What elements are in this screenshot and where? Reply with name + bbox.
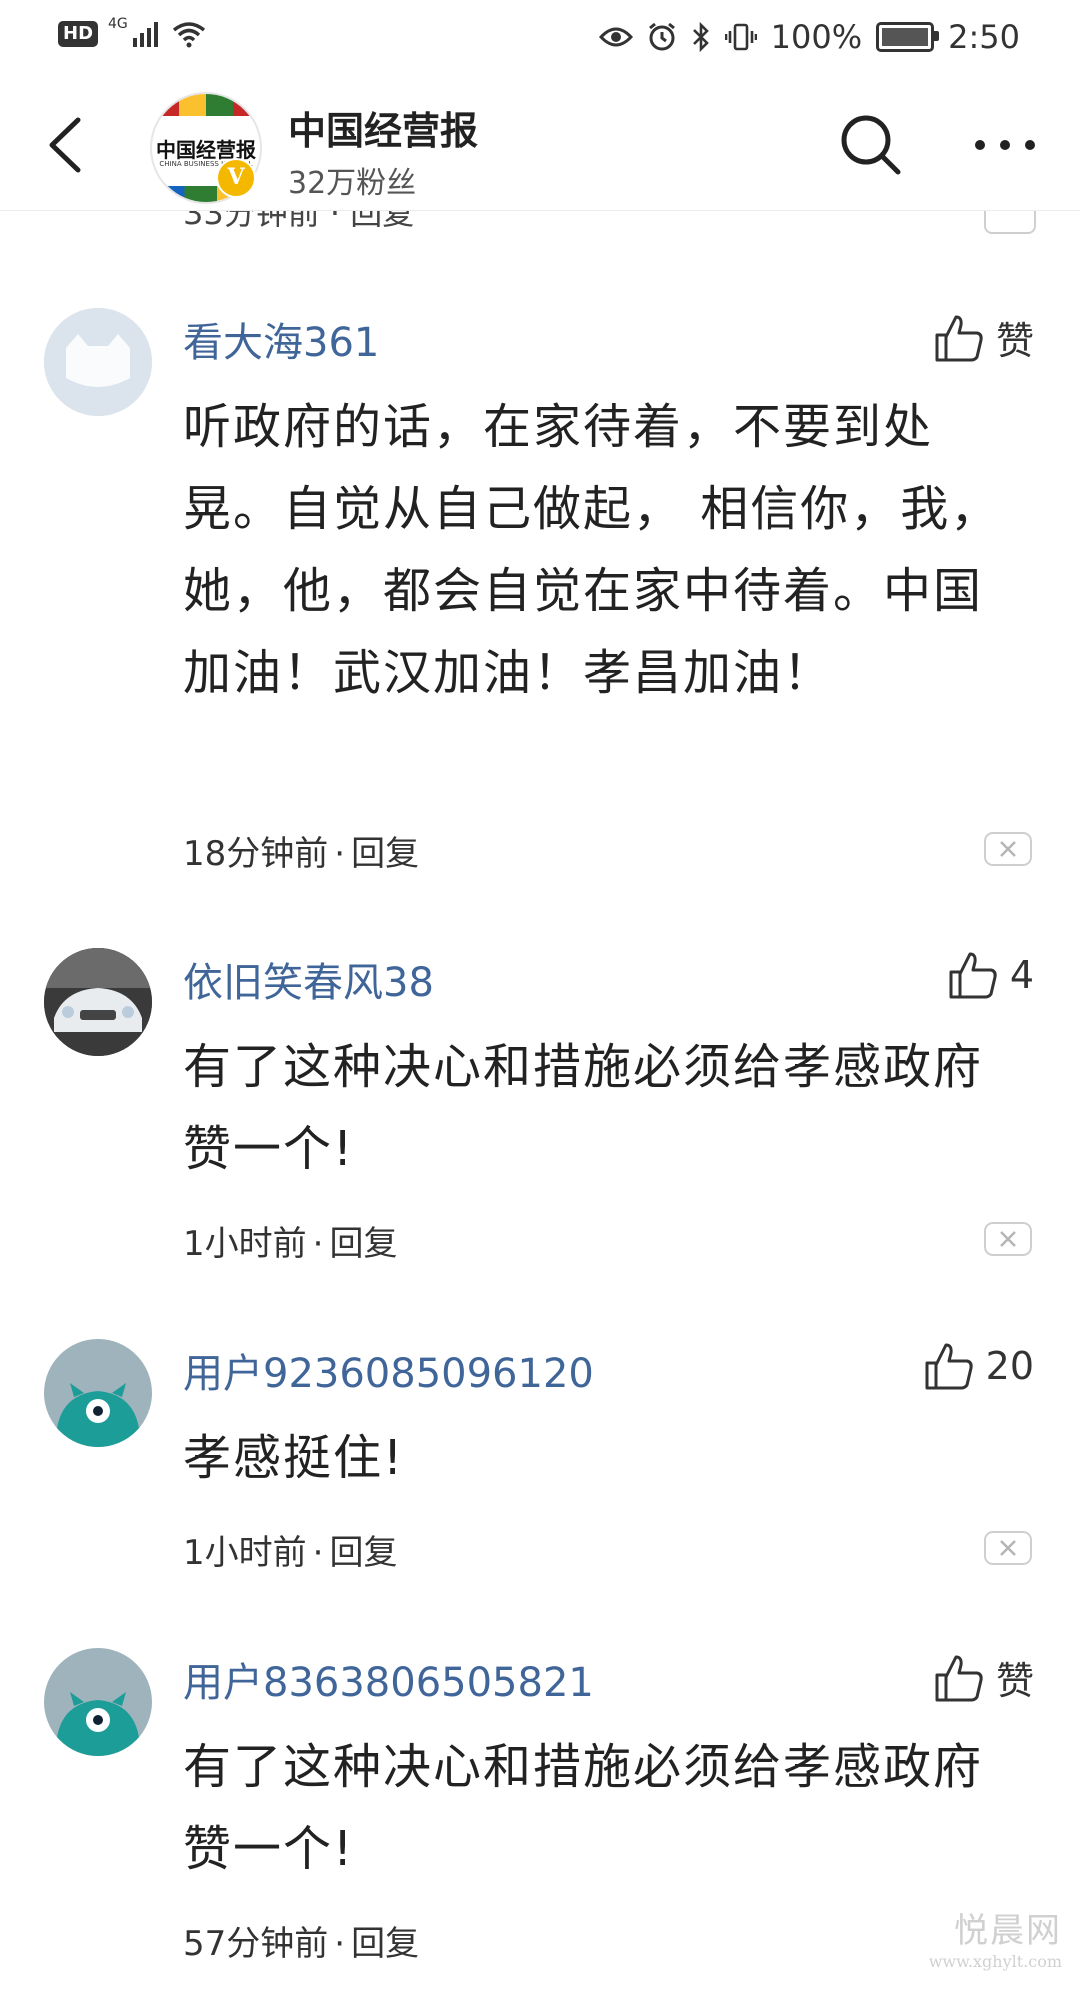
publisher-fans: 32万粉丝 (288, 166, 417, 201)
publisher-name[interactable]: 中国经营报 (288, 100, 478, 155)
back-button[interactable] (40, 110, 100, 180)
teal-monster-avatar-icon (44, 1339, 152, 1447)
eye-icon (598, 27, 633, 47)
more-dots-icon (975, 140, 1035, 150)
battery-icon (876, 22, 940, 52)
logo-top-band (152, 94, 260, 116)
thumbs-up-icon (949, 952, 997, 999)
reply-link[interactable]: 回复 (329, 1533, 397, 1573)
user-avatar[interactable] (44, 1339, 152, 1447)
like-button[interactable]: 4 (948, 950, 1034, 1000)
comment-username[interactable]: 用户9236085096120 (183, 1341, 594, 1399)
alarm-icon (648, 22, 675, 51)
comment-time: 1小时前 (183, 1533, 307, 1573)
comment-meta: 1小时前 · 回复 (183, 1224, 398, 1264)
hd-badge: HD (58, 21, 99, 47)
vibrate-icon (724, 23, 757, 51)
like-count: 20 (985, 1344, 1034, 1388)
watermark: 悦晨网 www.xghylt.com (929, 1903, 1062, 1971)
comment-meta: 18分钟前 · 回复 (183, 834, 420, 874)
reply-link[interactable]: 回复 (351, 1924, 419, 1964)
comment-meta: 1小时前 · 回复 (183, 1533, 398, 1573)
dismiss-button[interactable] (984, 832, 1032, 866)
default-avatar-icon (44, 308, 152, 416)
chevron-left-icon (49, 117, 81, 173)
comment-time: 57分钟前 (183, 1924, 329, 1964)
comment-text: 孝感挺住! (183, 1430, 405, 1486)
comment-time: 18分钟前 (183, 834, 329, 874)
close-icon (1000, 841, 1016, 857)
clock: 2:50 (948, 18, 1020, 56)
comment-text: 有了这种决心和措施必须给孝感政府赞一个! (183, 1039, 984, 1177)
reply-link[interactable]: 回复 (351, 834, 419, 874)
comment-meta: 57分钟前 · 回复 (183, 1924, 420, 1964)
battery-percent: 100% (770, 18, 863, 56)
watermark-url: www.xghylt.com (928, 1952, 1062, 1971)
reply-link[interactable]: 回复 (329, 1224, 397, 1264)
comment-username[interactable]: 用户8363806505821 (183, 1650, 594, 1708)
search-icon (841, 115, 901, 175)
comment-text: 有了这种决心和措施必须给孝感政府赞一个! (183, 1739, 984, 1877)
like-label: 赞 (995, 319, 1034, 363)
teal-monster-avatar-icon (44, 1648, 152, 1756)
user-avatar[interactable] (44, 948, 152, 1056)
search-button[interactable] (838, 112, 904, 178)
like-button[interactable]: 20 (924, 1341, 1034, 1391)
user-avatar[interactable] (44, 308, 152, 416)
network-generation: 4G (108, 16, 128, 32)
like-count: 4 (1009, 953, 1034, 997)
thumbs-up-icon (935, 315, 983, 361)
dismiss-button[interactable] (984, 1531, 1032, 1565)
status-bar: HD 4G 100% 2:50 (0, 0, 1080, 80)
close-icon (1000, 1540, 1016, 1556)
user-avatar[interactable] (44, 1648, 152, 1756)
wifi-icon (172, 22, 205, 48)
comment-username[interactable]: 依旧笑春风38 (183, 950, 434, 1008)
comment-time: 1小时前 (183, 1224, 307, 1264)
status-left: HD 4G (58, 16, 206, 48)
like-label: 赞 (995, 1659, 1034, 1703)
comment-text: 听政府的话，在家待着，不要到处晃。自觉从自己做起， 相信你，我，她，他，都会自觉… (183, 399, 1001, 701)
like-button[interactable]: 赞 (934, 1650, 1034, 1705)
verified-badge: V (216, 158, 256, 198)
article-header: 中国经营报 CHINA BUSINESS JOURNAL V 中国经营报 32万… (0, 80, 1080, 211)
more-button[interactable] (970, 120, 1040, 170)
car-photo-avatar-icon (44, 948, 152, 1056)
status-right: 100% 2:50 (598, 18, 1020, 56)
watermark-main: 悦晨网 (954, 1911, 1062, 1951)
thumbs-up-icon (925, 1343, 973, 1390)
signal-icon (132, 22, 158, 47)
bluetooth-icon (692, 22, 709, 52)
thumbs-up-icon (935, 1655, 983, 1701)
like-button[interactable]: 赞 (934, 310, 1034, 365)
close-icon (1000, 1231, 1016, 1247)
comment-username[interactable]: 看大海361 (183, 310, 379, 368)
dismiss-button[interactable] (984, 1222, 1032, 1256)
